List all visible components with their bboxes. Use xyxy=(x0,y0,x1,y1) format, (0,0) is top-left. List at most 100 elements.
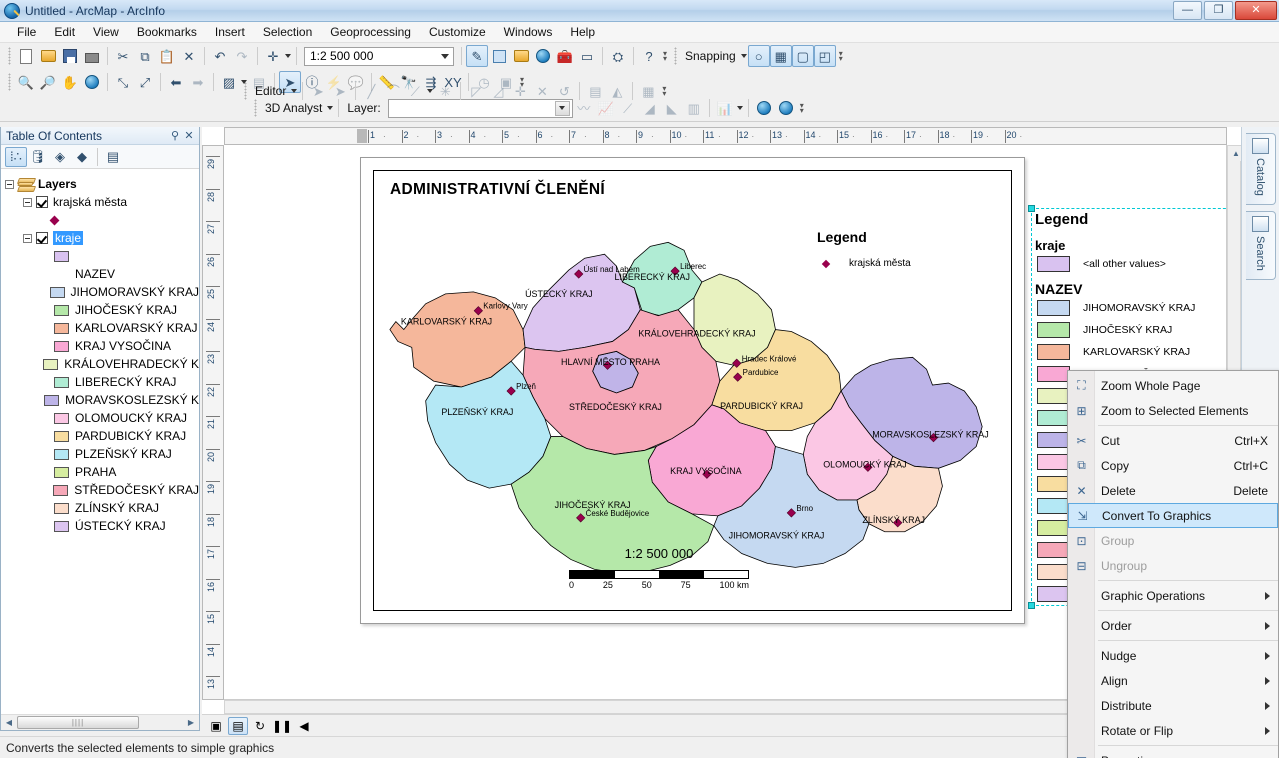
legend-swatch[interactable] xyxy=(44,394,60,406)
data-frame[interactable]: ADMINISTRATIVNÍ ČLENĚNÍ ÚSTECKÝ KRAJ LIB… xyxy=(373,170,1012,611)
toc-field-nazev[interactable]: NAZEV xyxy=(5,265,199,283)
layout-view-button[interactable]: ▤ xyxy=(228,716,248,735)
list-by-selection-icon[interactable]: ◆ xyxy=(71,147,93,167)
split-button[interactable]: ✳ xyxy=(434,80,456,102)
toc-symbol-item[interactable]: JIHOMORAVSKÝ KRAJ xyxy=(5,283,199,301)
snapping-overflow-icon[interactable]: ▾ ▾ xyxy=(836,45,846,67)
menu-view[interactable]: View xyxy=(84,23,128,41)
edit-tool-button[interactable]: ➤ xyxy=(307,80,329,102)
resize-handle-sw[interactable] xyxy=(1028,602,1035,609)
toc-symbol-item[interactable]: KRAJ VYSOČINA xyxy=(5,337,199,355)
open-button[interactable] xyxy=(37,45,59,67)
undo-button[interactable]: ↶ xyxy=(209,45,231,67)
toc-layer-krajska-mesta[interactable]: krajská města xyxy=(5,193,199,211)
copy-button[interactable]: ⧉ xyxy=(134,45,156,67)
attributes-button[interactable]: ▤ xyxy=(584,80,606,102)
toolbar-grip[interactable] xyxy=(8,47,11,65)
intersect-button[interactable]: ✕ xyxy=(531,80,553,102)
catalog-tab[interactable]: Catalog xyxy=(1245,133,1276,205)
menu-help[interactable]: Help xyxy=(561,23,604,41)
list-by-visibility-icon[interactable]: ◈ xyxy=(49,147,71,167)
mirror-button[interactable]: ✛ xyxy=(509,80,531,102)
trace-button[interactable]: ⟋ xyxy=(404,80,426,102)
refresh-view-button[interactable]: ↻ xyxy=(250,717,270,735)
context-menu-item-properties[interactable]: ▤ Properties... xyxy=(1068,748,1278,758)
chart-dropdown-icon[interactable] xyxy=(736,97,744,119)
toc-symbol-item[interactable]: ÚSTECKÝ KRAJ xyxy=(5,517,199,535)
legend-swatch[interactable] xyxy=(54,250,69,262)
delete-button[interactable]: ✕ xyxy=(178,45,200,67)
data-view-button[interactable]: ▣ xyxy=(206,717,226,735)
scroll-thumb[interactable]: |||| xyxy=(17,716,139,729)
toolbar-overflow-icon[interactable]: ▾ ▾ xyxy=(660,45,670,67)
legend-swatch[interactable] xyxy=(54,412,69,424)
edge-snapping-button[interactable]: ▢ xyxy=(791,45,814,67)
toc-symbol-item[interactable]: OLOMOUCKÝ KRAJ xyxy=(5,409,199,427)
print-button[interactable] xyxy=(81,45,103,67)
toc-symbol-allother[interactable] xyxy=(5,247,199,265)
scroll-right-icon[interactable]: ▶ xyxy=(183,715,199,730)
search-tab[interactable]: Search xyxy=(1245,210,1276,280)
chevron-down-icon[interactable] xyxy=(441,54,449,59)
arctoolbox-button[interactable]: 🧰 xyxy=(554,45,576,67)
select-features-button[interactable]: ▨ xyxy=(218,71,240,93)
go-back-extent-button[interactable]: ⬅ xyxy=(165,71,187,93)
menu-insert[interactable]: Insert xyxy=(206,23,254,41)
context-menu-item-rotate-or-flip[interactable]: Rotate or Flip xyxy=(1068,718,1278,743)
snapping-menu[interactable]: Snapping xyxy=(681,49,740,63)
arcscene-button[interactable] xyxy=(753,97,775,119)
menu-bookmarks[interactable]: Bookmarks xyxy=(128,23,206,41)
full-extent-button[interactable] xyxy=(81,71,103,93)
legend-swatch[interactable] xyxy=(53,484,69,496)
legend-swatch[interactable] xyxy=(54,502,69,514)
cut-button[interactable]: ✂ xyxy=(112,45,134,67)
scroll-left-icon[interactable]: ◀ xyxy=(1,715,17,730)
legend-swatch[interactable] xyxy=(54,304,69,316)
create-features-button[interactable]: ▦ xyxy=(637,80,659,102)
context-menu-item-zoom-whole-page[interactable]: ⛶ Zoom Whole Page xyxy=(1068,373,1278,398)
vertex-snapping-button[interactable]: ▦ xyxy=(769,45,792,67)
fixed-zoom-out-button[interactable]: ⤢ xyxy=(134,71,156,93)
resize-handle-nw[interactable] xyxy=(1028,205,1035,212)
toc-symbol-item[interactable]: KARLOVARSKÝ KRAJ xyxy=(5,319,199,337)
python-window-button[interactable]: ▭ xyxy=(576,45,598,67)
menu-customize[interactable]: Customize xyxy=(420,23,495,41)
pan-button[interactable]: ✋ xyxy=(59,71,81,93)
table-of-contents-button[interactable] xyxy=(488,45,510,67)
expand-icon[interactable] xyxy=(5,179,14,189)
list-by-source-icon[interactable]: 🛢 xyxy=(27,147,49,167)
menu-geoprocessing[interactable]: Geoprocessing xyxy=(321,23,420,41)
menu-selection[interactable]: Selection xyxy=(254,23,321,41)
analyst-overflow-icon[interactable]: ▾ ▾ xyxy=(797,97,807,119)
model-builder-button[interactable]: ⛭ xyxy=(607,45,629,67)
expand-icon[interactable] xyxy=(23,233,32,243)
list-by-drawing-order-icon[interactable]: ⁞∴ xyxy=(5,146,27,167)
legend-swatch[interactable] xyxy=(54,322,69,334)
maximize-button[interactable]: ❐ xyxy=(1204,1,1233,20)
sketch-properties-button[interactable]: ◭ xyxy=(606,80,628,102)
new-document-button[interactable] xyxy=(15,45,37,67)
context-menu-item-convert-to-graphics[interactable]: ⇲ Convert To Graphics xyxy=(1068,503,1278,528)
map-scale-combo[interactable]: 1:2 500 000 xyxy=(304,46,454,66)
search-window-button[interactable] xyxy=(532,45,554,67)
rotate-button[interactable]: ◸ xyxy=(465,80,487,102)
toc-symbol-item[interactable]: LIBERECKÝ KRAJ xyxy=(5,373,199,391)
editor-toolbar-button[interactable]: ✎ xyxy=(466,45,488,67)
toc-symbol-item[interactable]: MORAVSKOSLEZSKÝ K xyxy=(5,391,199,409)
context-menu-item-distribute[interactable]: Distribute xyxy=(1068,693,1278,718)
toc-horizontal-scrollbar[interactable]: ◀ |||| ▶ xyxy=(1,714,199,730)
legend-swatch[interactable] xyxy=(54,340,69,352)
context-menu-item-order[interactable]: Order xyxy=(1068,613,1278,638)
editor-menu[interactable]: Editor xyxy=(251,84,290,98)
whats-this-button[interactable]: ? xyxy=(638,45,660,67)
close-icon[interactable]: ✕ xyxy=(182,129,196,142)
save-button[interactable] xyxy=(59,45,81,67)
legend-swatch[interactable] xyxy=(54,376,69,388)
context-menu-item-copy[interactable]: ⧉ Copy Ctrl+C xyxy=(1068,453,1278,478)
layer-visibility-checkbox[interactable] xyxy=(36,196,48,208)
ruler-origin-handle[interactable] xyxy=(357,129,367,143)
toc-symbol-item[interactable]: ZLÍNSKÝ KRAJ xyxy=(5,499,199,517)
tools-grip[interactable] xyxy=(8,73,11,91)
toc-symbol-item[interactable]: KRÁLOVEHRADECKÝ K xyxy=(5,355,199,373)
trace-dropdown-icon[interactable] xyxy=(426,80,434,102)
